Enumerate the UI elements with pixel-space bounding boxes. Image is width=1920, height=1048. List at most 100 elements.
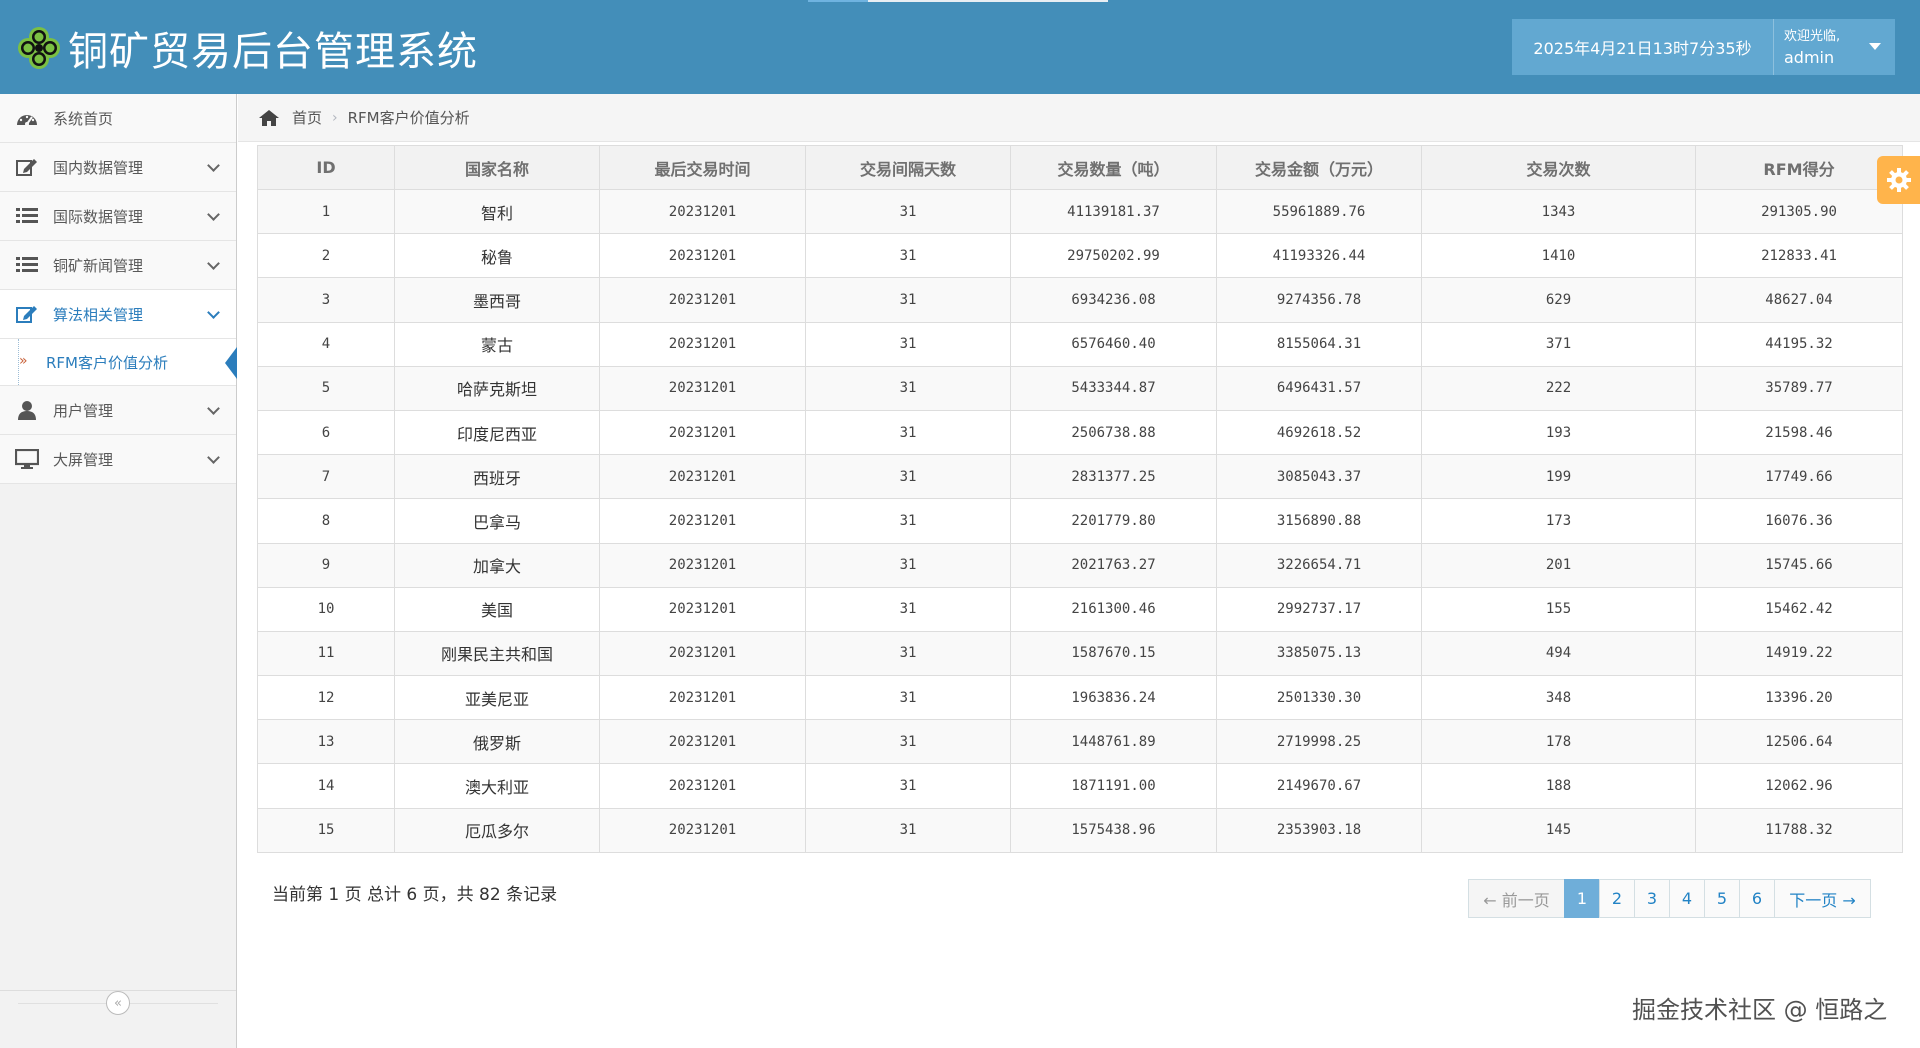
table-cell: 20231201 [599, 454, 806, 500]
table-cell: 智利 [394, 188, 600, 235]
table-cell: 12 [257, 675, 395, 721]
sidebar-item-label: 国际数据管理 [53, 207, 144, 226]
table-cell: 178 [1421, 719, 1696, 765]
list-icon [14, 205, 40, 227]
table-cell: 31 [805, 321, 1011, 367]
table-cell: 31 [805, 277, 1011, 323]
page-button-4[interactable]: 4 [1669, 879, 1705, 918]
sidebar-item-news[interactable]: 铜矿新闻管理 [0, 241, 236, 290]
next-page-button[interactable]: 下一页 → [1774, 879, 1871, 918]
chevron-down-icon [207, 306, 220, 319]
column-header[interactable]: 交易间隔天数 [805, 145, 1011, 190]
user-menu[interactable]: 欢迎光临, admin [1773, 19, 1895, 75]
breadcrumb: 首页 › RFM客户价值分析 [238, 94, 1920, 142]
table-cell: 20231201 [599, 542, 806, 588]
table-cell: 20231201 [599, 365, 806, 411]
sidebar-item-home[interactable]: 系统首页 [0, 94, 236, 143]
caret-down-icon [1869, 43, 1881, 50]
sidebar-item-international-data[interactable]: 国际数据管理 [0, 192, 236, 241]
table-cell: 3226654.71 [1216, 542, 1422, 588]
table-cell: 20231201 [599, 321, 806, 367]
table-cell: 145 [1421, 807, 1696, 853]
prev-page-button[interactable]: ← 前一页 [1468, 879, 1565, 918]
column-header[interactable]: RFM得分 [1695, 145, 1903, 190]
list-icon [14, 254, 40, 276]
table-cell: 291305.90 [1695, 188, 1903, 235]
pagination-info: 当前第 1 页 总计 6 页，共 82 条记录 [272, 885, 558, 905]
table-cell: 11 [257, 630, 395, 677]
sidebar-subitem-rfm[interactable]: » RFM客户价值分析 [0, 339, 237, 386]
table-cell: 31 [805, 365, 1011, 411]
table-cell: 1963836.24 [1010, 675, 1217, 721]
column-header[interactable]: 国家名称 [394, 145, 600, 190]
table-cell: 20231201 [599, 719, 806, 765]
table-cell: 371 [1421, 321, 1696, 367]
table-cell: 2 [257, 233, 395, 279]
table-cell: 35789.77 [1695, 365, 1903, 411]
column-header[interactable]: ID [257, 145, 395, 190]
table-cell: 俄罗斯 [394, 719, 600, 765]
table-cell: 31 [805, 498, 1011, 544]
sidebar-item-domestic-data[interactable]: 国内数据管理 [0, 143, 236, 192]
page-button-5[interactable]: 5 [1704, 879, 1740, 918]
sidebar-item-algorithm[interactable]: 算法相关管理 [0, 290, 236, 339]
column-header[interactable]: 最后交易时间 [599, 145, 806, 190]
sidebar-item-users[interactable]: 用户管理 [0, 386, 236, 435]
table-cell: 巴拿马 [394, 498, 600, 544]
table-cell: 155 [1421, 586, 1696, 632]
table-cell: 6496431.57 [1216, 365, 1422, 411]
table-cell: 1587670.15 [1010, 630, 1217, 677]
table-row: 5 哈萨克斯坦 20231201 31 5433344.87 6496431.57 222 3… [257, 365, 1903, 411]
table-cell: 1871191.00 [1010, 763, 1217, 809]
table-cell: 蒙古 [394, 321, 600, 367]
table-cell: 8 [257, 498, 395, 544]
table-cell: 1410 [1421, 233, 1696, 279]
page-button-3[interactable]: 3 [1634, 879, 1670, 918]
table-cell: 亚美尼亚 [394, 675, 600, 721]
table-cell: 20231201 [599, 675, 806, 721]
datetime-display: 2025年4月21日13时7分35秒 [1512, 19, 1773, 75]
table-cell: 222 [1421, 365, 1696, 411]
table-cell: 13396.20 [1695, 675, 1903, 721]
breadcrumb-home-link[interactable]: 首页 [292, 107, 322, 128]
brand[interactable]: 铜矿贸易后台管理系统 [16, 22, 478, 75]
table-cell: 5433344.87 [1010, 365, 1217, 411]
table-cell: 4692618.52 [1216, 409, 1422, 456]
table-cell: 201 [1421, 542, 1696, 588]
table-cell: 3 [257, 277, 395, 323]
table-cell: 12506.64 [1695, 719, 1903, 765]
table-cell: 15745.66 [1695, 542, 1903, 588]
table-cell: 8155064.31 [1216, 321, 1422, 367]
column-header[interactable]: 交易金额（万元） [1216, 145, 1422, 190]
table-cell: 31 [805, 454, 1011, 500]
chevron-down-icon [207, 208, 220, 221]
sidebar-item-label: 国内数据管理 [53, 158, 144, 177]
table-cell: 7 [257, 454, 395, 500]
table-cell: 3156890.88 [1216, 498, 1422, 544]
table-cell: 16076.36 [1695, 498, 1903, 544]
table-row: 9 加拿大 20231201 31 2021763.27 3226654.71 201 157… [257, 542, 1903, 588]
desktop-icon [14, 448, 40, 470]
double-chevron-left-icon[interactable]: « [106, 991, 130, 1015]
gear-icon[interactable] [1877, 156, 1920, 204]
table-cell: 41139181.37 [1010, 188, 1217, 235]
user-icon [14, 399, 40, 421]
table-cell: 2831377.25 [1010, 454, 1217, 500]
sidebar-item-bigscreen[interactable]: 大屏管理 [0, 435, 236, 484]
table-cell: 美国 [394, 586, 600, 632]
column-header[interactable]: 交易数量（吨） [1010, 145, 1217, 190]
table-cell: 41193326.44 [1216, 233, 1422, 279]
top-navbar: 铜矿贸易后台管理系统 2025年4月21日13时7分35秒 欢迎光临, admi… [0, 0, 1920, 94]
page-button-2[interactable]: 2 [1599, 879, 1635, 918]
table-row: 7 西班牙 20231201 31 2831377.25 3085043.37 199 177… [257, 454, 1903, 500]
page-button-1[interactable]: 1 [1564, 879, 1600, 918]
column-header[interactable]: 交易次数 [1421, 145, 1696, 190]
page-button-6[interactable]: 6 [1739, 879, 1775, 918]
breadcrumb-current: RFM客户价值分析 [347, 109, 470, 127]
sidebar-item-label: 用户管理 [53, 401, 114, 420]
table-cell: 9 [257, 542, 395, 588]
table-row: 13 俄罗斯 20231201 31 1448761.89 2719998.25 178 12… [257, 719, 1903, 765]
sidebar-item-label: 系统首页 [53, 109, 114, 128]
table-cell: 31 [805, 188, 1011, 235]
edit-icon [14, 303, 40, 325]
